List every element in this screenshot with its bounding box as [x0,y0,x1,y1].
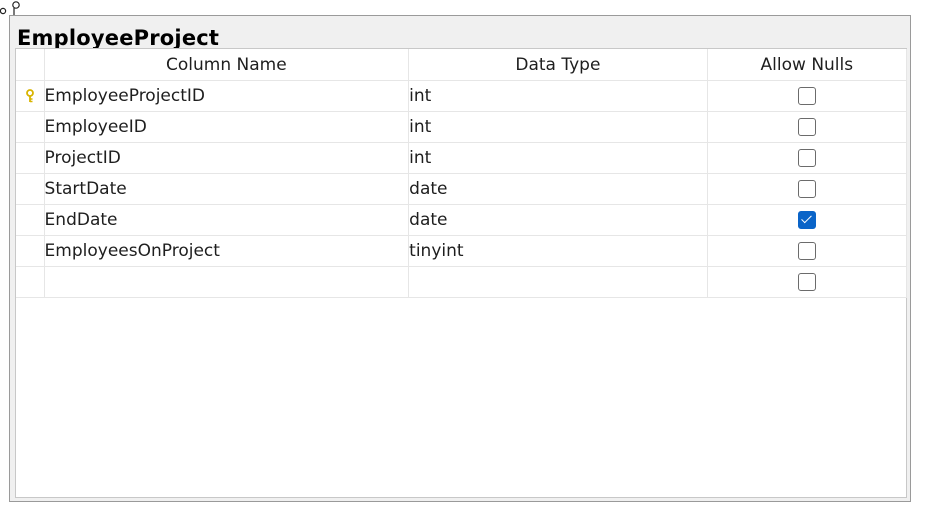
allow-nulls-cell [707,80,908,112]
table-designer: EmployeeProject Column Name Data Type Al… [9,15,911,502]
allow-nulls-cell [707,173,908,205]
data-type-cell[interactable]: tinyint [408,235,708,267]
table-row[interactable]: EmployeesOnProject tinyint [16,235,908,267]
allow-nulls-checkbox[interactable] [797,180,816,198]
row-selector[interactable] [16,204,45,236]
column-name-header[interactable]: Column Name [44,49,410,81]
row-selector[interactable] [16,266,45,298]
allow-nulls-checkbox[interactable] [797,273,816,291]
data-type-cell[interactable]: int [408,142,708,174]
allow-nulls-checkbox[interactable] [797,149,816,167]
data-type-header[interactable]: Data Type [408,49,708,81]
row-selector[interactable] [16,80,45,112]
column-grid: Column Name Data Type Allow Nulls Employ… [15,48,908,498]
row-selector[interactable] [16,142,45,174]
allow-nulls-cell [707,111,908,143]
row-selector[interactable] [16,111,45,143]
table-row[interactable] [16,266,908,298]
allow-nulls-cell [707,266,908,298]
allow-nulls-checkbox[interactable] [797,242,816,260]
table-row[interactable]: EndDate date [16,204,908,236]
allow-nulls-checkbox[interactable] [797,211,816,229]
row-selector[interactable] [16,235,45,267]
data-type-cell[interactable]: date [408,173,708,205]
allow-nulls-header[interactable]: Allow Nulls [707,49,908,81]
data-type-cell[interactable]: int [408,80,708,112]
relationship-connector-icon[interactable] [0,0,24,16]
columns-table: Column Name Data Type Allow Nulls Employ… [16,49,908,298]
allow-nulls-cell [707,142,908,174]
data-type-cell[interactable]: date [408,204,708,236]
allow-nulls-cell [707,235,908,267]
column-name-cell[interactable] [44,266,410,298]
allow-nulls-checkbox[interactable] [797,118,816,136]
table-row[interactable]: EmployeeProjectID int [16,80,908,112]
primary-key-icon [25,89,34,103]
row-selector[interactable] [16,173,45,205]
column-name-cell[interactable]: EmployeeID [44,111,410,143]
row-selector-header[interactable] [16,49,45,81]
allow-nulls-checkbox[interactable] [797,87,816,105]
data-type-cell[interactable]: int [408,111,708,143]
table-row[interactable]: EmployeeID int [16,111,908,143]
table-title[interactable]: EmployeeProject [17,26,219,50]
column-name-cell[interactable]: EmployeeProjectID [44,80,410,112]
column-name-cell[interactable]: EndDate [44,204,410,236]
table-row[interactable]: ProjectID int [16,142,908,174]
column-name-cell[interactable]: EmployeesOnProject [44,235,410,267]
column-name-cell[interactable]: StartDate [44,173,410,205]
column-name-cell[interactable]: ProjectID [44,142,410,174]
data-type-cell[interactable] [408,266,708,298]
header-row: Column Name Data Type Allow Nulls [16,49,908,81]
allow-nulls-cell [707,204,908,236]
table-row[interactable]: StartDate date [16,173,908,205]
